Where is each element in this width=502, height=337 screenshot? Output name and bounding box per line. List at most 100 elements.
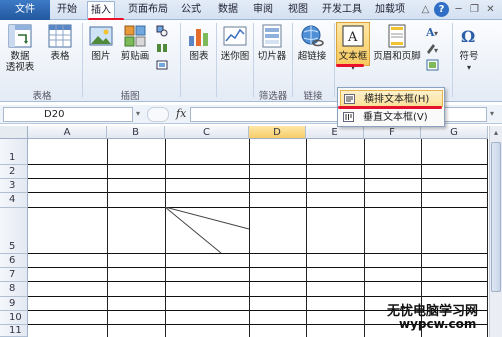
row-border — [28, 178, 488, 179]
group-label-illustrations: 插图 — [120, 91, 140, 102]
restore-icon[interactable]: ❐ — [467, 2, 482, 17]
scrollbar-thumb[interactable] — [491, 142, 501, 292]
charts-label: 图表 — [189, 51, 209, 62]
screenshot-icon[interactable] — [156, 59, 168, 71]
vertical-scrollbar[interactable]: ▴ — [489, 126, 502, 337]
tab-file[interactable]: 文件 — [0, 0, 50, 20]
sparklines-button[interactable]: 迷你图 — [219, 23, 251, 62]
slicer-icon — [259, 23, 285, 49]
diagonal-header-lines — [165, 207, 250, 254]
column-header-b[interactable]: B — [107, 126, 165, 139]
charts-button[interactable]: 图表 — [185, 23, 213, 62]
signature-line-icon[interactable]: ▾ — [426, 42, 440, 55]
column-border — [364, 139, 365, 337]
collapse-ribbon-icon[interactable]: △ — [418, 2, 433, 17]
picture-button[interactable]: 图片 — [87, 23, 115, 62]
header-footer-button[interactable]: 页眉和页脚 — [373, 23, 421, 62]
hyperlink-button[interactable]: 超链接 — [295, 23, 329, 62]
symbol-button[interactable]: Ω 符号 ▾ — [456, 23, 482, 73]
row-border — [28, 253, 488, 254]
pivottable-button[interactable]: 数据 透视表 — [3, 23, 37, 73]
textbox-icon: A — [340, 23, 366, 49]
group-separator — [253, 23, 254, 97]
group-separator — [180, 23, 181, 97]
column-header-a[interactable]: A — [28, 126, 107, 139]
row-header-8[interactable]: 8 — [0, 282, 28, 297]
column-header-f[interactable]: F — [364, 126, 421, 139]
symbol-dropdown-arrow-icon: ▾ — [466, 63, 471, 72]
tab-review[interactable]: 审阅 — [253, 0, 273, 20]
table-icon — [47, 23, 73, 49]
group-label-links: 链接 — [303, 91, 323, 102]
select-all-corner[interactable] — [0, 126, 28, 139]
clipart-button[interactable]: 剪贴画 — [118, 23, 152, 62]
tab-data[interactable]: 数据 — [218, 0, 238, 20]
row-border — [28, 207, 488, 208]
row-header-11[interactable]: 11 — [0, 325, 28, 337]
formula-bar-divider — [147, 107, 169, 122]
row-header-6[interactable]: 6 — [0, 254, 28, 268]
help-icon[interactable]: ? — [434, 2, 449, 17]
expand-formula-bar-icon[interactable]: ▾ — [490, 109, 494, 118]
row-header-9[interactable]: 9 — [0, 297, 28, 311]
smartart-icon[interactable] — [156, 42, 168, 54]
object-icon[interactable] — [426, 59, 440, 71]
row-header-3[interactable]: 3 — [0, 179, 28, 193]
svg-text:▾: ▾ — [434, 46, 438, 54]
column-header-d[interactable]: D — [249, 126, 306, 139]
menu-item-horizontal-textbox[interactable]: 横排文本框(H) — [340, 90, 443, 107]
vertical-textbox-icon — [343, 112, 354, 122]
tab-formulas[interactable]: 公式 — [181, 0, 201, 20]
wordart-icon[interactable]: A ▾ — [425, 25, 440, 39]
tab-page-layout[interactable]: 页面布局 — [128, 0, 168, 20]
group-separator — [82, 23, 83, 97]
row-header-1[interactable]: 1 — [0, 139, 28, 165]
hyperlink-label: 超链接 — [297, 51, 327, 62]
row-header-7[interactable]: 7 — [0, 268, 28, 282]
svg-text:▾: ▾ — [434, 29, 438, 37]
shapes-icon[interactable] — [156, 25, 168, 37]
tab-view[interactable]: 视图 — [288, 0, 308, 20]
header-footer-label: 页眉和页脚 — [373, 51, 421, 62]
ribbon-tab-bar: 文件 开始 插入 页面布局 公式 数据 审阅 视图 开发工具 加载项 △ ? ─… — [0, 0, 502, 21]
slicer-button[interactable]: 切片器 — [256, 23, 288, 62]
minimize-icon[interactable]: ─ — [451, 2, 466, 17]
column-header-e[interactable]: E — [306, 126, 364, 139]
header-footer-icon — [384, 23, 410, 49]
column-border — [306, 139, 307, 337]
row-header-10[interactable]: 10 — [0, 311, 28, 325]
tab-developer[interactable]: 开发工具 — [322, 0, 362, 20]
name-box[interactable]: D20 — [3, 107, 133, 122]
row-header-5[interactable]: 5 — [0, 208, 28, 254]
insert-function-icon[interactable]: fx — [176, 107, 186, 120]
watermark-url: wypcw.com — [399, 317, 477, 331]
horizontal-textbox-icon — [344, 94, 355, 104]
row-border — [28, 281, 488, 282]
pivottable-icon — [7, 23, 33, 49]
omega-icon: Ω — [456, 23, 482, 49]
bar-chart-icon — [186, 23, 212, 49]
table-label: 表格 — [50, 51, 70, 62]
column-header-g[interactable]: G — [421, 126, 488, 139]
name-box-dropdown-icon[interactable]: ▾ — [136, 109, 140, 118]
table-button[interactable]: 表格 — [45, 23, 75, 62]
group-separator — [334, 23, 335, 97]
group-label-tables: 表格 — [32, 91, 52, 102]
menu-item-label: 垂直文本框(V) — [363, 112, 428, 123]
picture-icon — [88, 23, 114, 49]
close-icon[interactable]: ✕ — [483, 2, 498, 17]
tab-home[interactable]: 开始 — [57, 0, 77, 20]
row-header-2[interactable]: 2 — [0, 165, 28, 179]
textbox-underline-annotation — [336, 64, 364, 67]
row-border — [28, 192, 488, 193]
menu-underline-annotation — [338, 106, 442, 109]
scroll-up-icon[interactable]: ▴ — [491, 128, 501, 138]
row-header-4[interactable]: 4 — [0, 193, 28, 208]
picture-label: 图片 — [91, 51, 111, 62]
svg-text:A: A — [347, 30, 358, 45]
column-header-c[interactable]: C — [165, 126, 249, 139]
row-border — [28, 296, 488, 297]
pivottable-label-2: 透视表 — [5, 62, 35, 73]
menu-item-vertical-textbox[interactable]: 垂直文本框(V) — [340, 109, 443, 126]
tab-addins[interactable]: 加载项 — [375, 0, 405, 20]
